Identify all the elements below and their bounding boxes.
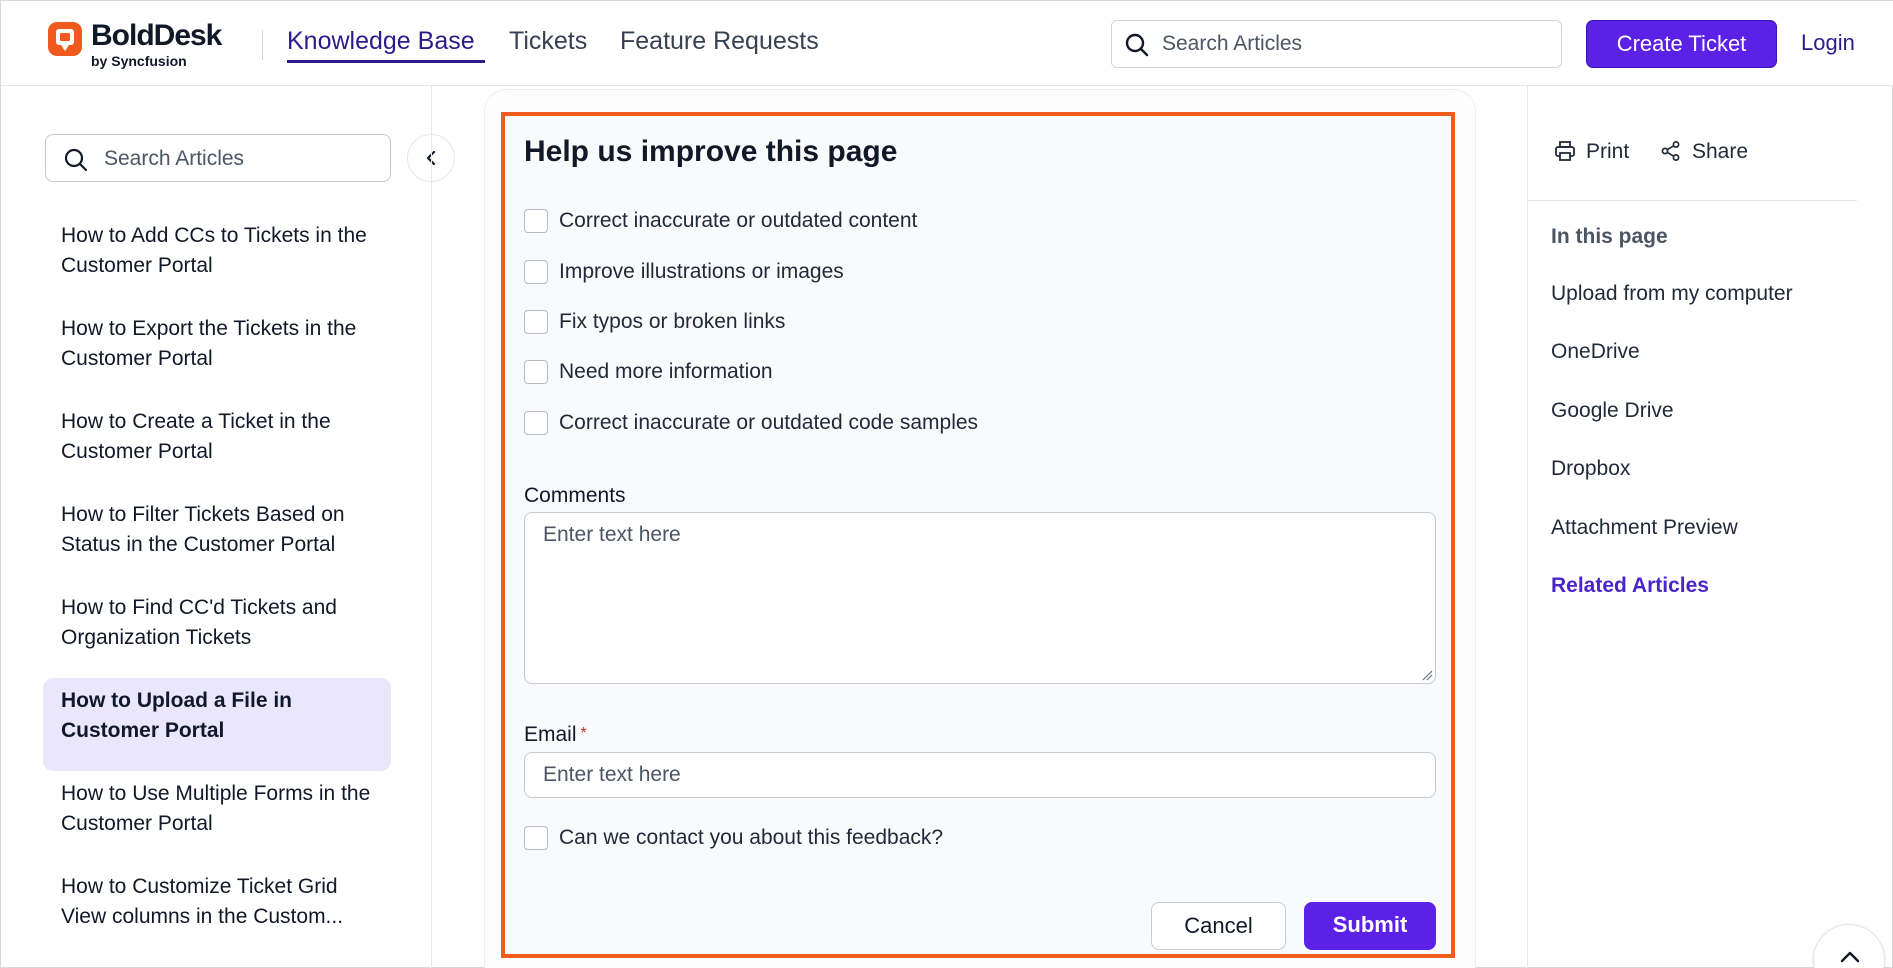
email-placeholder: Enter text here [543, 763, 681, 786]
sidebar-article-link[interactable]: How to Find CC'd Tickets and Organizatio… [43, 585, 391, 678]
right-panel-separator [1528, 200, 1857, 201]
scroll-to-top-button[interactable] [1813, 924, 1885, 968]
sidebar-article-label: How to Customize Ticket Grid View column… [61, 875, 344, 928]
comments-textarea[interactable]: Enter text here [524, 512, 1436, 684]
sidebar-article-label: How to Create a Ticket in the Customer P… [61, 410, 331, 463]
sidebar-divider [431, 86, 432, 968]
feedback-option-label: Correct inaccurate or outdated code samp… [559, 411, 979, 434]
checkbox[interactable] [524, 310, 548, 334]
sidebar-search-placeholder: Search Articles [104, 147, 245, 170]
search-icon [64, 148, 88, 172]
checkbox[interactable] [524, 209, 548, 233]
feedback-title: Help us improve this page [524, 135, 898, 168]
bolddesk-logo[interactable]: BoldDesk by Syncfusion [47, 19, 237, 71]
email-label: Email * [524, 723, 587, 747]
sidebar-article-link[interactable]: How to Export the Tickets in the Custome… [43, 306, 391, 399]
checkbox[interactable] [524, 260, 548, 284]
brand-name: BoldDesk [91, 19, 222, 52]
resize-grip-icon[interactable] [1421, 669, 1433, 681]
contact-consent-label: Can we contact you about this feedback? [559, 826, 944, 849]
sidebar-article-link[interactable]: How to Create a Ticket in the Customer P… [43, 399, 391, 492]
header-divider [262, 30, 263, 60]
create-ticket-button[interactable]: Create Ticket [1586, 20, 1777, 68]
sidebar-article-link[interactable]: How to Use Multiple Forms in the Custome… [43, 771, 391, 864]
toc-link[interactable]: Google Drive [1551, 399, 1674, 423]
sidebar-article-link[interactable]: How to Add CCs to Tickets in the Custome… [43, 213, 391, 306]
sidebar-article-link[interactable]: How to Filter Tickets Based on Status in… [43, 492, 391, 585]
right-panel-divider [1527, 86, 1528, 968]
chevron-up-icon [1840, 951, 1860, 963]
email-label-text: Email [524, 723, 577, 746]
sidebar-article-label: How to Export the Tickets in the Custome… [61, 317, 357, 370]
sidebar-search-input[interactable]: Search Articles [45, 134, 391, 182]
toc-link-related-articles[interactable]: Related Articles [1551, 574, 1709, 598]
toc-link[interactable]: Dropbox [1551, 457, 1630, 481]
toc-link[interactable]: OneDrive [1551, 340, 1640, 364]
toc-link[interactable]: Upload from my computer [1551, 282, 1793, 306]
nav-active-underline [287, 60, 485, 63]
printer-icon [1555, 141, 1575, 161]
sidebar-article-link-active[interactable]: How to Upload a File in Customer Portal [43, 678, 391, 771]
comments-placeholder: Enter text here [543, 523, 681, 546]
nav-knowledge-base[interactable]: Knowledge Base [287, 27, 475, 56]
feedback-option-label: Need more information [559, 360, 773, 383]
cancel-button[interactable]: Cancel [1151, 902, 1286, 950]
bolddesk-logo-icon [48, 22, 82, 56]
toc-title: In this page [1551, 225, 1668, 248]
brand-sub: by Syncfusion [91, 53, 187, 69]
sidebar-article-label: How to Filter Tickets Based on Status in… [61, 503, 345, 556]
print-label: Print [1586, 140, 1630, 163]
checkbox[interactable] [524, 411, 548, 435]
sidebar-article-label: How to Find CC'd Tickets and Organizatio… [61, 596, 337, 649]
sidebar-article-link[interactable]: How to Customize Ticket Grid View column… [43, 864, 391, 957]
toc-link[interactable]: Attachment Preview [1551, 516, 1738, 540]
email-field[interactable]: Enter text here [524, 752, 1436, 798]
top-header: BoldDesk by Syncfusion Knowledge Base Ti… [1, 1, 1893, 86]
checkbox[interactable] [524, 360, 548, 384]
sidebar-article-label: How to Add CCs to Tickets in the Custome… [61, 224, 367, 277]
feedback-option-label: Correct inaccurate or outdated content [559, 209, 918, 232]
search-icon [1125, 33, 1149, 57]
sidebar-article-label: How to Upload a File in Customer Portal [61, 689, 292, 742]
feedback-option-label: Improve illustrations or images [559, 260, 844, 283]
nav-tickets[interactable]: Tickets [509, 27, 587, 56]
article-list: How to Add CCs to Tickets in the Custome… [43, 213, 391, 957]
header-search-input[interactable]: Search Articles [1111, 20, 1562, 68]
submit-button[interactable]: Submit [1304, 902, 1436, 950]
header-search-placeholder: Search Articles [1162, 32, 1303, 55]
checkbox[interactable] [524, 826, 548, 850]
nav-feature-requests[interactable]: Feature Requests [620, 27, 819, 56]
feedback-option-label: Fix typos or broken links [559, 310, 786, 333]
sidebar-article-label: How to Use Multiple Forms in the Custome… [61, 782, 371, 835]
chevron-left-icon [426, 150, 436, 166]
share-label: Share [1692, 140, 1749, 163]
comments-label: Comments [524, 484, 626, 507]
share-icon [1661, 141, 1680, 161]
required-asterisk: * [580, 725, 587, 742]
login-link[interactable]: Login [1801, 30, 1855, 56]
